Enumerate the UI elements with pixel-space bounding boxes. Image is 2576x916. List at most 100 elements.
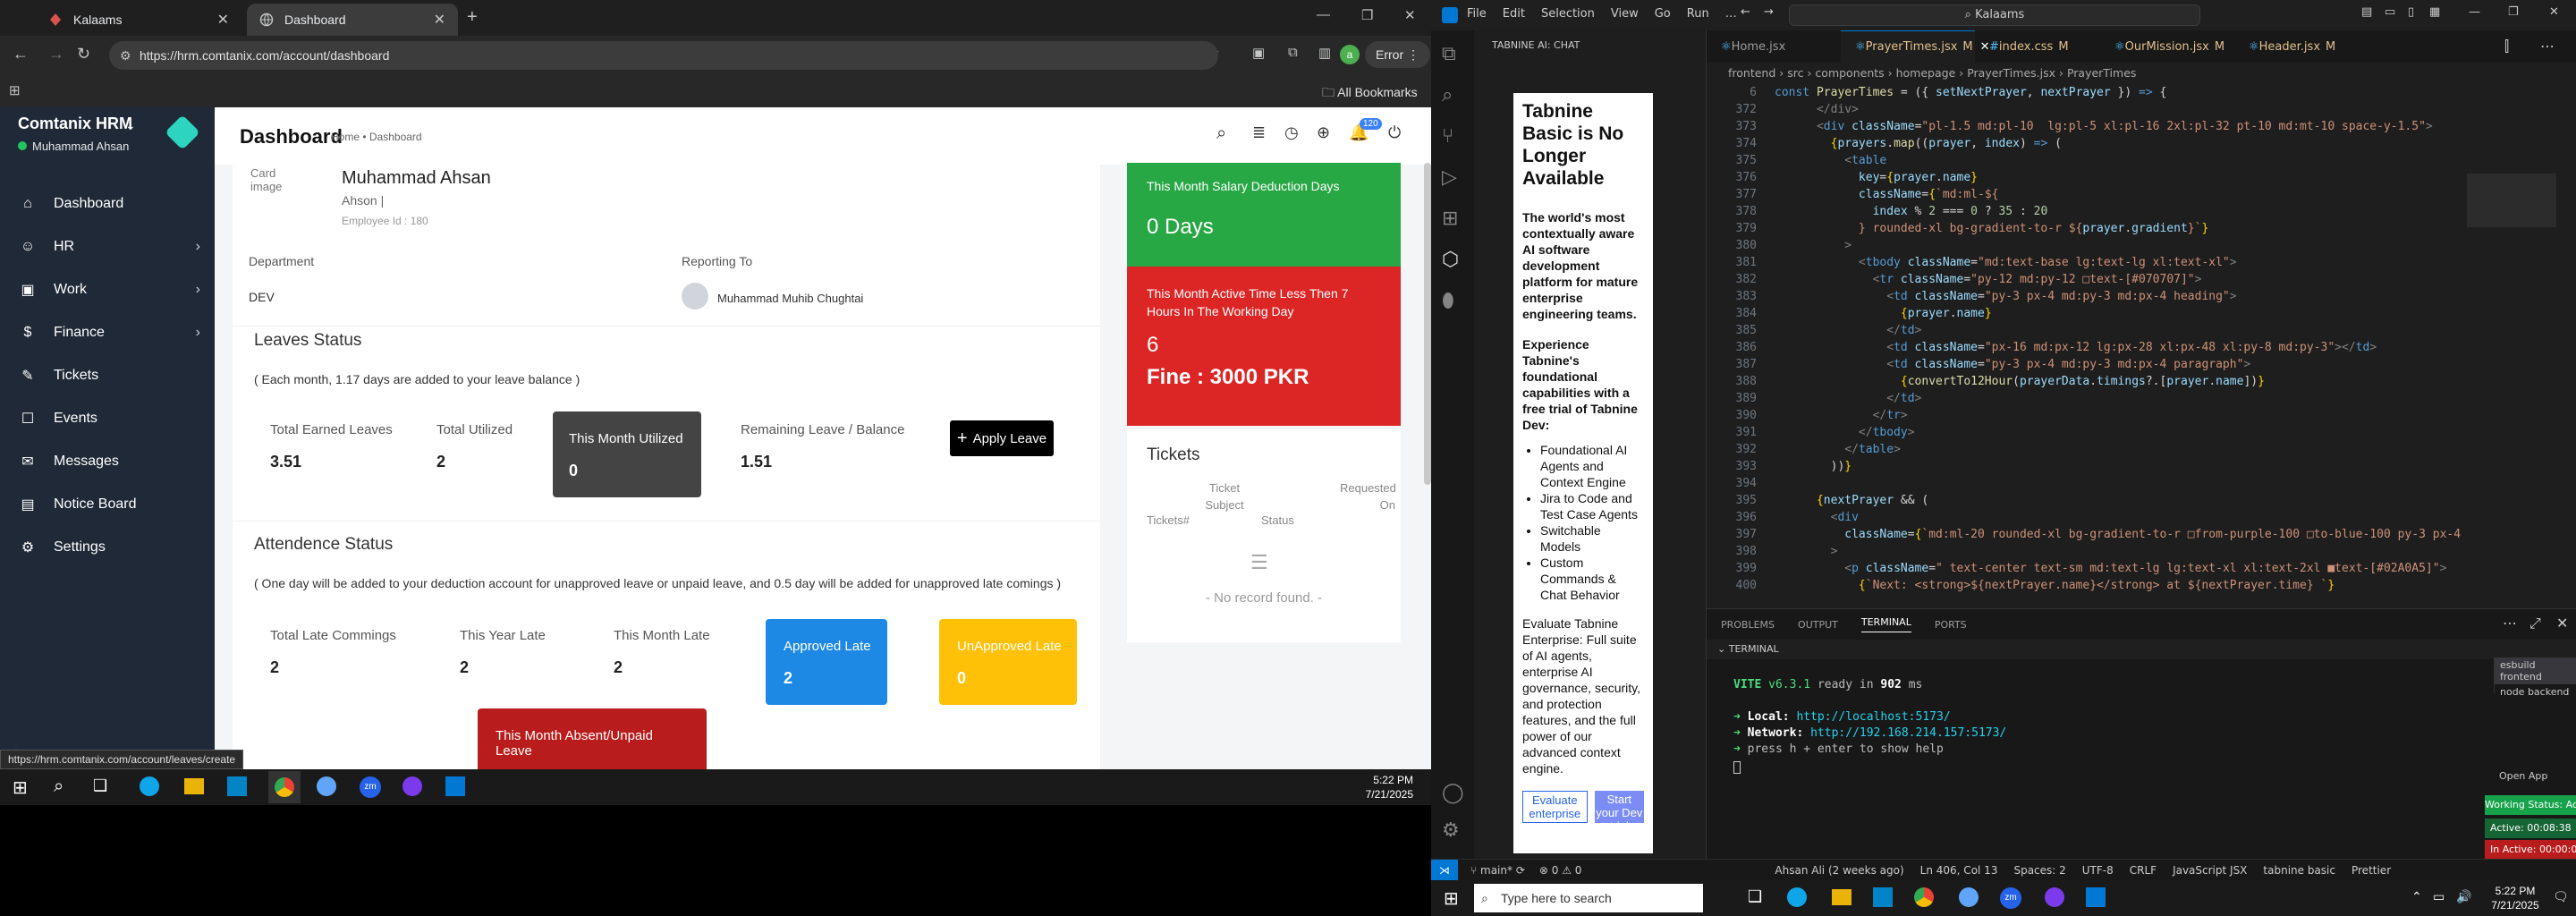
minimap[interactable] (2462, 84, 2569, 603)
add-circle-icon[interactable]: ⊕ (1317, 123, 1330, 142)
code-line[interactable]: <div (1775, 511, 1859, 524)
network-icon[interactable]: ▭ (2433, 889, 2445, 904)
code-line[interactable]: index % 2 === 0 ? 35 : 20 (1775, 205, 2048, 218)
more-actions-icon[interactable]: ⋯ (2503, 615, 2517, 632)
layout-grid-icon[interactable]: ▦ (2429, 5, 2440, 19)
account-icon[interactable]: ◯ (1442, 782, 1464, 804)
store-icon[interactable] (1873, 887, 1893, 907)
forward-icon[interactable]: → (48, 45, 64, 64)
vscode-icon[interactable] (2086, 887, 2106, 907)
code-line[interactable]: > (1775, 239, 1852, 252)
chrome-icon[interactable] (1914, 887, 1934, 907)
sidebar-item-messages[interactable]: ✉ Messages (0, 442, 215, 481)
code-line[interactable]: className={`md:ml-20 rounded-xl bg-gradi… (1775, 528, 2474, 541)
sidebar-item-events[interactable]: ☐ Events (0, 399, 215, 438)
code-line[interactable]: </tr> (1775, 409, 1908, 422)
code-line[interactable]: <td className="px-16 md:px-12 lg:px-28 x… (1775, 341, 2377, 354)
sidepanel-icon[interactable]: ▥ (1318, 45, 1331, 61)
code-line[interactable]: </table> (1775, 443, 1901, 456)
menu-item[interactable]: View (1611, 7, 1639, 21)
app-icon[interactable] (1959, 887, 1979, 907)
code-line[interactable]: <td className="py-3 px-4 md:py-3 md:px-4… (1775, 358, 2250, 371)
apps-grid-icon[interactable]: ⊞ (9, 82, 21, 98)
apply-leave-button[interactable]: + Apply Leave (950, 420, 1054, 456)
language-mode[interactable]: JavaScript JSX (2173, 864, 2247, 877)
editor-tab[interactable]: ⚛ Home.jsx (1707, 30, 1841, 63)
layout-icon[interactable]: ▤ (2361, 5, 2372, 19)
prettier-status[interactable]: Prettier (2351, 864, 2391, 877)
code-line[interactable]: {convertTo12Hour(prayerData.timings?.[pr… (1775, 375, 2265, 388)
menu-item[interactable]: Run (1687, 7, 1709, 21)
nav-forward-icon[interactable]: → (1764, 5, 1774, 19)
browser-tab-dashboard[interactable]: Dashboard ✕ (247, 4, 458, 36)
chrome-taskbar-button[interactable] (268, 771, 301, 803)
code-line[interactable]: <table (1775, 154, 1886, 167)
line-ending[interactable]: CRLF (2130, 864, 2157, 877)
branch-status[interactable]: ⑂ main* ⟳ (1470, 864, 1525, 877)
reload-icon[interactable]: ↻ (77, 45, 90, 64)
github-icon[interactable] (2045, 887, 2064, 907)
editor-tab[interactable]: # index.css M (1975, 30, 2100, 63)
menu-item[interactable]: Go (1655, 7, 1671, 21)
all-bookmarks[interactable]: 🗀 All Bookmarks (1322, 83, 1418, 105)
file-explorer-icon[interactable] (1832, 889, 1852, 905)
split-editor-icon[interactable]: ⫿ (2504, 38, 2509, 55)
encoding[interactable]: UTF-8 (2082, 864, 2114, 877)
command-center[interactable]: ⌕ Kalaams (1789, 4, 2200, 26)
clock-icon[interactable]: ◷ (1284, 123, 1299, 142)
power-icon[interactable]: ⏻ (1388, 123, 1401, 142)
close-tab-icon[interactable]: ✕ (217, 11, 229, 29)
panel-tab[interactable]: PORTS (1935, 619, 1967, 631)
code-line[interactable]: <td className="py-3 px-4 md:py-3 md:px-4… (1775, 290, 2236, 303)
indentation[interactable]: Spaces: 2 (2013, 864, 2065, 877)
taskbar-search-input[interactable]: ⌕ Type here to search (1474, 884, 1703, 912)
windows-start-icon[interactable]: ⊞ (1444, 887, 1459, 910)
sidebar-item-tickets[interactable]: ✎ Tickets (0, 356, 215, 395)
network-url[interactable]: http://192.168.214.157:5173/ (1810, 726, 2006, 740)
restore-icon[interactable]: ❐ (1361, 7, 1373, 23)
git-blame[interactable]: Ahsan Ali (2 weeks ago) (1775, 864, 1903, 877)
code-line[interactable]: > (1775, 545, 1838, 558)
code-line[interactable]: <div className="pl-1.5 md:pl-10 lg:pl-5 … (1775, 120, 2433, 133)
code-line[interactable]: {nextPrayer && ( (1775, 494, 1928, 507)
close-panel-icon[interactable]: ✕ (2556, 615, 2568, 632)
file-explorer-icon[interactable] (184, 778, 204, 794)
sidebar-item-hr[interactable]: ☺ HR › (0, 227, 215, 267)
terminal-item[interactable]: node backend (2495, 684, 2576, 700)
editor-tab[interactable]: ⚛ OurMission.jsx M (2100, 30, 2234, 63)
close-window-icon[interactable]: ✕ (1404, 7, 1416, 23)
cursor-position[interactable]: Ln 406, Col 13 (1920, 864, 1998, 877)
editor-tab[interactable]: ⚛ Header.jsx M (2234, 30, 2351, 63)
search-icon[interactable]: ⌕ (54, 776, 64, 797)
task-view-icon[interactable]: ❑ (93, 776, 107, 795)
extension-icon[interactable]: ▣ (1252, 45, 1265, 61)
task-view-icon[interactable]: ❑ (1748, 887, 1762, 906)
code-line[interactable]: className={`md:ml-${ (1775, 188, 1999, 201)
error-chip[interactable]: Error ⋮ (1365, 41, 1431, 68)
back-icon[interactable]: ← (13, 45, 29, 64)
panel-tab[interactable]: PROBLEMS (1721, 619, 1775, 631)
code-line[interactable]: </tbody> (1775, 426, 1915, 439)
volume-icon[interactable]: 🔊 (2456, 889, 2471, 904)
search-icon[interactable]: ⌕ (1442, 84, 1453, 106)
sidebar-item-notice-board[interactable]: ▤ Notice Board (0, 485, 215, 524)
sidebar-item-settings[interactable]: ⚙ Settings (0, 528, 215, 567)
code-line[interactable]: </td> (1775, 324, 1921, 337)
list-icon[interactable]: ≣ (1252, 123, 1266, 142)
edge-icon[interactable] (140, 776, 159, 796)
extensions-icon[interactable]: ⊞ (1442, 208, 1458, 230)
vscode-icon[interactable] (445, 776, 465, 796)
sidebar-item-work[interactable]: ▣ Work › (0, 270, 215, 310)
code-line[interactable]: const PrayerTimes = ({ setNextPrayer, ne… (1775, 86, 2166, 99)
panel-toggle-icon[interactable]: ▭ (2385, 5, 2395, 19)
code-line[interactable]: <tbody className="md:text-base lg:text-l… (1775, 256, 2237, 269)
code-line[interactable]: {`Next: <strong>${nextPrayer.name}</stro… (1775, 579, 2334, 592)
nav-back-icon[interactable]: ← (1741, 5, 1750, 19)
code-line[interactable]: {prayers.map((prayer, index) => ( (1775, 137, 2062, 150)
code-line[interactable]: } rounded-xl bg-gradient-to-r ${prayer.g… (1775, 222, 2208, 235)
sidebar-toggle-icon[interactable]: ▯ (2408, 5, 2414, 19)
zoom-icon[interactable]: zm (2000, 887, 2021, 909)
panel-tab[interactable]: OUTPUT (1798, 619, 1838, 631)
notifications-icon[interactable]: 🗨 (2553, 889, 2569, 904)
code-line[interactable]: </div> (1775, 103, 1859, 116)
